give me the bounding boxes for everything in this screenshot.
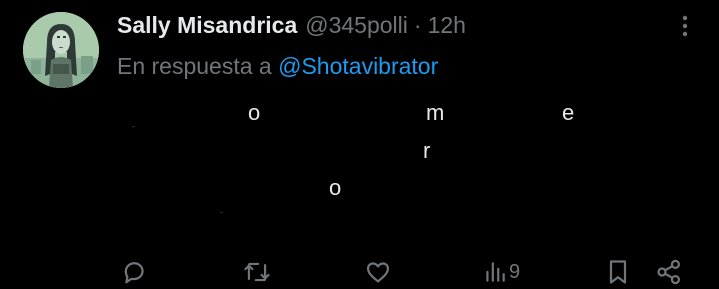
avatar[interactable]: [23, 12, 99, 88]
reply-context: En respuesta a @Shotavibrator: [117, 50, 438, 82]
tweet-header: Sally Misandrica @345polli · 12h: [117, 9, 466, 41]
reply-button[interactable]: [120, 255, 148, 289]
tweet-text-char: o: [248, 100, 261, 125]
tweet-text-char: r: [423, 138, 431, 163]
reply-to-link[interactable]: @Shotavibrator: [278, 53, 438, 79]
display-name[interactable]: Sally Misandrica: [117, 9, 297, 41]
tweet: Sally Misandrica @345polli · 12h En resp…: [0, 0, 719, 289]
views-button[interactable]: 9: [484, 255, 520, 289]
avatar-image: [23, 12, 99, 88]
views-count: 9: [509, 260, 521, 283]
retweet-button[interactable]: [242, 255, 272, 289]
text-speck: [220, 212, 223, 213]
tweet-text-char: e: [562, 100, 575, 125]
text-speck: [132, 126, 135, 127]
user-handle[interactable]: @345polli: [305, 9, 408, 41]
separator-dot: ·: [413, 12, 422, 38]
like-button[interactable]: [364, 255, 392, 289]
action-bar: 9: [0, 255, 719, 289]
tweet-text-char: o: [329, 175, 342, 200]
heart-icon: [366, 262, 390, 283]
more-options-button[interactable]: [671, 12, 699, 40]
views-icon: [486, 262, 505, 282]
tweet-text-char: m: [426, 100, 445, 125]
timestamp[interactable]: 12h: [428, 9, 466, 41]
more-icon: [682, 15, 688, 37]
reply-prefix: En respuesta a: [117, 53, 272, 79]
share-button[interactable]: [655, 255, 683, 289]
bookmark-icon: [609, 260, 627, 284]
share-icon: [657, 259, 681, 285]
retweet-icon: [244, 262, 270, 282]
bookmark-button[interactable]: [606, 255, 630, 289]
reply-icon: [124, 262, 144, 284]
